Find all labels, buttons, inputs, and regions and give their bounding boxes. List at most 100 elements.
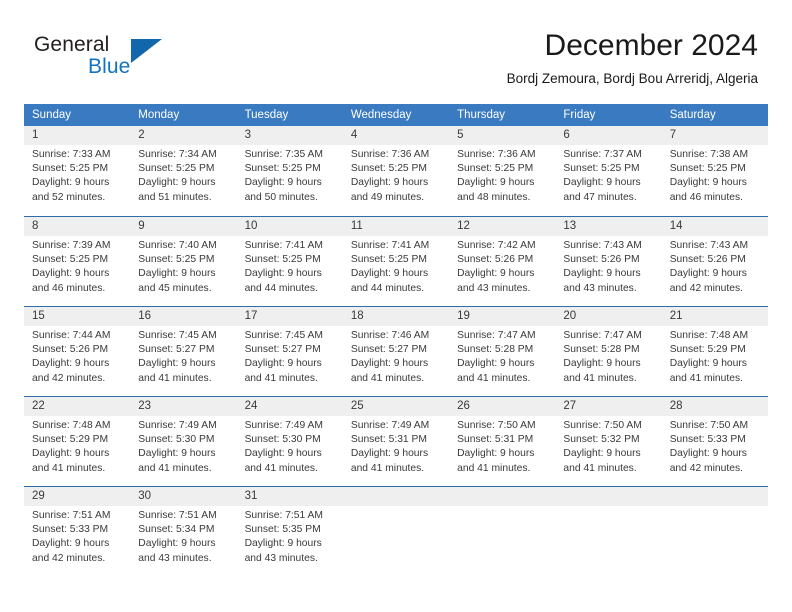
day-cell[interactable]: 30 Sunrise: 7:51 AM Sunset: 5:34 PM Dayligh… [130, 487, 236, 576]
daylight-text: and 41 minutes. [244, 462, 318, 474]
sunrise-text: Sunrise: 7:35 AM [244, 149, 323, 160]
day-cell[interactable]: 15 Sunrise: 7:44 AM Sunset: 5:26 PM Dayligh… [24, 307, 130, 396]
week-cells: 1 Sunrise: 7:33 AM Sunset: 5:25 PM Daylight… [24, 126, 768, 216]
day-number: 26 [457, 400, 470, 412]
general-blue-logo[interactable]: General Blue [34, 33, 214, 89]
day-cell[interactable]: 31 Sunrise: 7:51 AM Sunset: 5:35 PM Dayligh… [237, 487, 343, 576]
sunrise-text: Sunrise: 7:40 AM [138, 240, 217, 251]
day-cell[interactable]: 20 Sunrise: 7:47 AM Sunset: 5:28 PM Dayligh… [555, 307, 661, 396]
daylight-text: Daylight: 9 hours [244, 538, 322, 550]
day-cell[interactable]: 17 Sunrise: 7:45 AM Sunset: 5:27 PM Dayligh… [237, 307, 343, 396]
day-cell[interactable]: 6 Sunrise: 7:37 AM Sunset: 5:25 PM Daylight… [555, 126, 661, 216]
daylight-text: and 41 minutes. [457, 462, 531, 474]
day-cell[interactable]: 18 Sunrise: 7:46 AM Sunset: 5:27 PM Dayligh… [343, 307, 449, 396]
daylight-text: Daylight: 9 hours [138, 358, 216, 370]
sunset-text: Sunset: 5:33 PM [669, 434, 746, 446]
week-cells: 8 Sunrise: 7:39 AM Sunset: 5:25 PM Daylight… [24, 217, 768, 306]
day-detail-lines: Sunrise: 7:45 AM Sunset: 5:27 PM Daylight:… [245, 329, 343, 386]
daylight-text: Daylight: 9 hours [32, 538, 110, 550]
calendar-weeks: 1 Sunrise: 7:33 AM Sunset: 5:25 PM Daylight… [24, 126, 768, 576]
weekday-header-sunday: Sunday [32, 109, 72, 121]
sunset-text: Sunset: 5:29 PM [32, 434, 109, 446]
daylight-text: and 51 minutes. [138, 191, 212, 203]
day-detail-lines: Sunrise: 7:38 AM Sunset: 5:25 PM Daylight:… [670, 148, 768, 205]
day-detail-lines: Sunrise: 7:36 AM Sunset: 5:25 PM Daylight:… [351, 148, 449, 205]
day-cell[interactable]: 8 Sunrise: 7:39 AM Sunset: 5:25 PM Daylight… [24, 217, 130, 306]
daylight-text: Daylight: 9 hours [669, 358, 747, 370]
daylight-text: Daylight: 9 hours [244, 448, 322, 460]
daylight-text: Daylight: 9 hours [32, 358, 110, 370]
day-detail-lines: Sunrise: 7:47 AM Sunset: 5:28 PM Daylight:… [457, 329, 555, 386]
day-cell-empty [343, 487, 449, 576]
daylight-text: Daylight: 9 hours [32, 448, 110, 460]
sunrise-text: Sunrise: 7:36 AM [457, 149, 536, 160]
day-cell[interactable]: 2 Sunrise: 7:34 AM Sunset: 5:25 PM Daylight… [130, 126, 236, 216]
day-number: 14 [669, 220, 683, 232]
day-cell[interactable]: 3 Sunrise: 7:35 AM Sunset: 5:25 PM Daylight… [237, 126, 343, 216]
day-cell[interactable]: 14 Sunrise: 7:43 AM Sunset: 5:26 PM Dayligh… [662, 217, 768, 306]
day-cell[interactable]: 25 Sunrise: 7:49 AM Sunset: 5:31 PM Dayligh… [343, 397, 449, 486]
day-cell[interactable]: 7 Sunrise: 7:38 AM Sunset: 5:25 PM Daylight… [662, 126, 768, 216]
sunset-text: Sunset: 5:25 PM [138, 254, 215, 266]
daylight-text: and 41 minutes. [138, 372, 212, 384]
day-number: 8 [32, 220, 39, 232]
day-number: 5 [457, 129, 464, 141]
sunset-text: Sunset: 5:32 PM [563, 434, 640, 446]
day-cell[interactable]: 23 Sunrise: 7:49 AM Sunset: 5:30 PM Dayligh… [130, 397, 236, 486]
day-cell[interactable]: 1 Sunrise: 7:33 AM Sunset: 5:25 PM Daylight… [24, 126, 130, 216]
day-cell[interactable]: 9 Sunrise: 7:40 AM Sunset: 5:25 PM Daylight… [130, 217, 236, 306]
day-cell[interactable]: 22 Sunrise: 7:48 AM Sunset: 5:29 PM Dayligh… [24, 397, 130, 486]
day-cell[interactable]: 16 Sunrise: 7:45 AM Sunset: 5:27 PM Dayligh… [130, 307, 236, 396]
day-number: 13 [563, 220, 577, 232]
daylight-text: and 43 minutes. [457, 282, 531, 294]
day-detail-lines: Sunrise: 7:51 AM Sunset: 5:35 PM Daylight:… [245, 509, 343, 566]
day-number: 23 [138, 400, 152, 412]
day-number: 17 [244, 310, 258, 322]
sunset-text: Sunset: 5:31 PM [350, 434, 427, 446]
sunrise-text: Sunrise: 7:47 AM [457, 330, 536, 341]
day-cell[interactable]: 5 Sunrise: 7:36 AM Sunset: 5:25 PM Daylight… [449, 126, 555, 216]
day-number: 9 [138, 220, 145, 232]
sunrise-text: Sunrise: 7:50 AM [669, 420, 749, 431]
sunrise-text: Sunrise: 7:44 AM [32, 330, 111, 341]
day-detail-lines: Sunrise: 7:43 AM Sunset: 5:26 PM Daylight:… [670, 239, 768, 296]
sunset-text: Sunset: 5:27 PM [244, 344, 321, 356]
day-cell[interactable]: 21 Sunrise: 7:48 AM Sunset: 5:29 PM Dayligh… [662, 307, 768, 396]
daylight-text: and 41 minutes. [563, 372, 637, 384]
day-cell[interactable]: 27 Sunrise: 7:50 AM Sunset: 5:32 PM Dayligh… [555, 397, 661, 486]
weekday-header-thursday: Thursday [457, 109, 506, 121]
daylight-text: Daylight: 9 hours [32, 268, 110, 280]
daylight-text: and 49 minutes. [350, 191, 425, 203]
day-cell[interactable]: 29 Sunrise: 7:51 AM Sunset: 5:33 PM Dayligh… [24, 487, 130, 576]
daylight-text: Daylight: 9 hours [457, 358, 535, 370]
weekday-header-wednesday: Wednesday [350, 109, 412, 121]
daylight-text: Daylight: 9 hours [350, 177, 429, 189]
day-detail-lines: Sunrise: 7:51 AM Sunset: 5:33 PM Daylight:… [32, 509, 130, 566]
day-detail-lines: Sunrise: 7:36 AM Sunset: 5:25 PM Daylight:… [457, 148, 555, 205]
daylight-text: Daylight: 9 hours [350, 358, 429, 370]
sunrise-text: Sunrise: 7:50 AM [563, 420, 642, 431]
daylight-text: Daylight: 9 hours [138, 448, 216, 460]
day-cell[interactable]: 10 Sunrise: 7:41 AM Sunset: 5:25 PM Dayligh… [237, 217, 343, 306]
day-cell[interactable]: 28 Sunrise: 7:50 AM Sunset: 5:33 PM Dayligh… [662, 397, 768, 486]
day-number: 29 [32, 490, 45, 502]
sunrise-text: Sunrise: 7:51 AM [32, 510, 111, 521]
day-number: 1 [32, 129, 39, 141]
week-row: 15 Sunrise: 7:44 AM Sunset: 5:26 PM Dayligh… [24, 306, 768, 396]
daylight-text: Daylight: 9 hours [138, 177, 216, 189]
sunrise-text: Sunrise: 7:49 AM [138, 420, 217, 431]
day-cell[interactable]: 4 Sunrise: 7:36 AM Sunset: 5:25 PM Daylight… [343, 126, 449, 216]
calendar-grid: Sunday Monday Tuesday Wednesday Thursday Frid… [24, 104, 768, 576]
day-cell[interactable]: 11 Sunrise: 7:41 AM Sunset: 5:25 PM Dayligh… [343, 217, 449, 306]
week-row: 29 Sunrise: 7:51 AM Sunset: 5:33 PM Dayligh… [24, 486, 768, 576]
day-cell[interactable]: 12 Sunrise: 7:42 AM Sunset: 5:26 PM Dayligh… [449, 217, 555, 306]
sunset-text: Sunset: 5:28 PM [563, 344, 640, 356]
day-cell[interactable]: 24 Sunrise: 7:49 AM Sunset: 5:30 PM Dayligh… [237, 397, 343, 486]
sunrise-text: Sunrise: 7:38 AM [669, 149, 749, 160]
day-detail-lines: Sunrise: 7:34 AM Sunset: 5:25 PM Daylight:… [138, 148, 236, 205]
daylight-text: Daylight: 9 hours [563, 177, 641, 189]
day-cell[interactable]: 19 Sunrise: 7:47 AM Sunset: 5:28 PM Dayligh… [449, 307, 555, 396]
daylight-text: and 41 minutes. [350, 372, 425, 384]
day-cell[interactable]: 26 Sunrise: 7:50 AM Sunset: 5:31 PM Dayligh… [449, 397, 555, 486]
day-cell[interactable]: 13 Sunrise: 7:43 AM Sunset: 5:26 PM Dayligh… [555, 217, 661, 306]
